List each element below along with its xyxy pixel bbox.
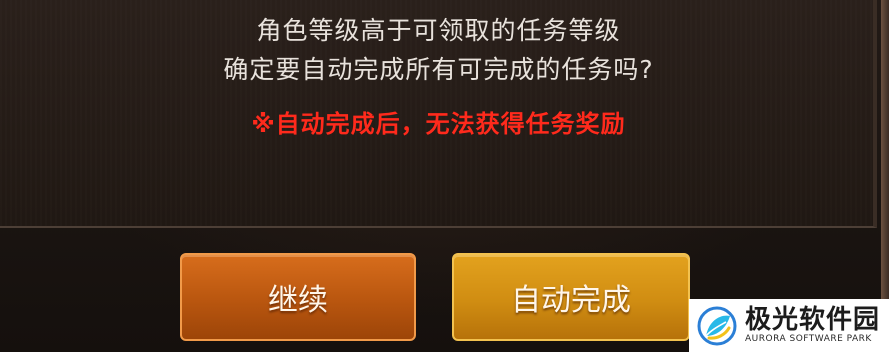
dialog-message-line2: 确定要自动完成所有可完成的任务吗? (223, 55, 654, 84)
dialog-warning-text: ※自动完成后，无法获得任务奖励 (251, 110, 626, 138)
game-dialog: 角色等级高于可领取的任务等级 确定要自动完成所有可完成的任务吗? ※自动完成后，… (0, 0, 889, 352)
dialog-body: 角色等级高于可领取的任务等级 确定要自动完成所有可完成的任务吗? ※自动完成后，… (0, 0, 877, 228)
auto-complete-button-label: 自动完成 (511, 283, 631, 318)
watermark-subtitle: AURORA SOFTWARE PARK (745, 334, 872, 344)
auto-complete-button[interactable]: 自动完成 (452, 253, 690, 341)
dialog-message-line1: 角色等级高于可领取的任务等级 (256, 16, 621, 45)
continue-button[interactable]: 继续 (180, 253, 416, 341)
aurora-leaf-logo-icon (697, 306, 737, 345)
watermark: 极光软件园 AURORA SOFTWARE PARK (689, 299, 889, 352)
continue-button-label: 继续 (268, 283, 328, 318)
watermark-title: 极光软件园 (745, 305, 881, 335)
